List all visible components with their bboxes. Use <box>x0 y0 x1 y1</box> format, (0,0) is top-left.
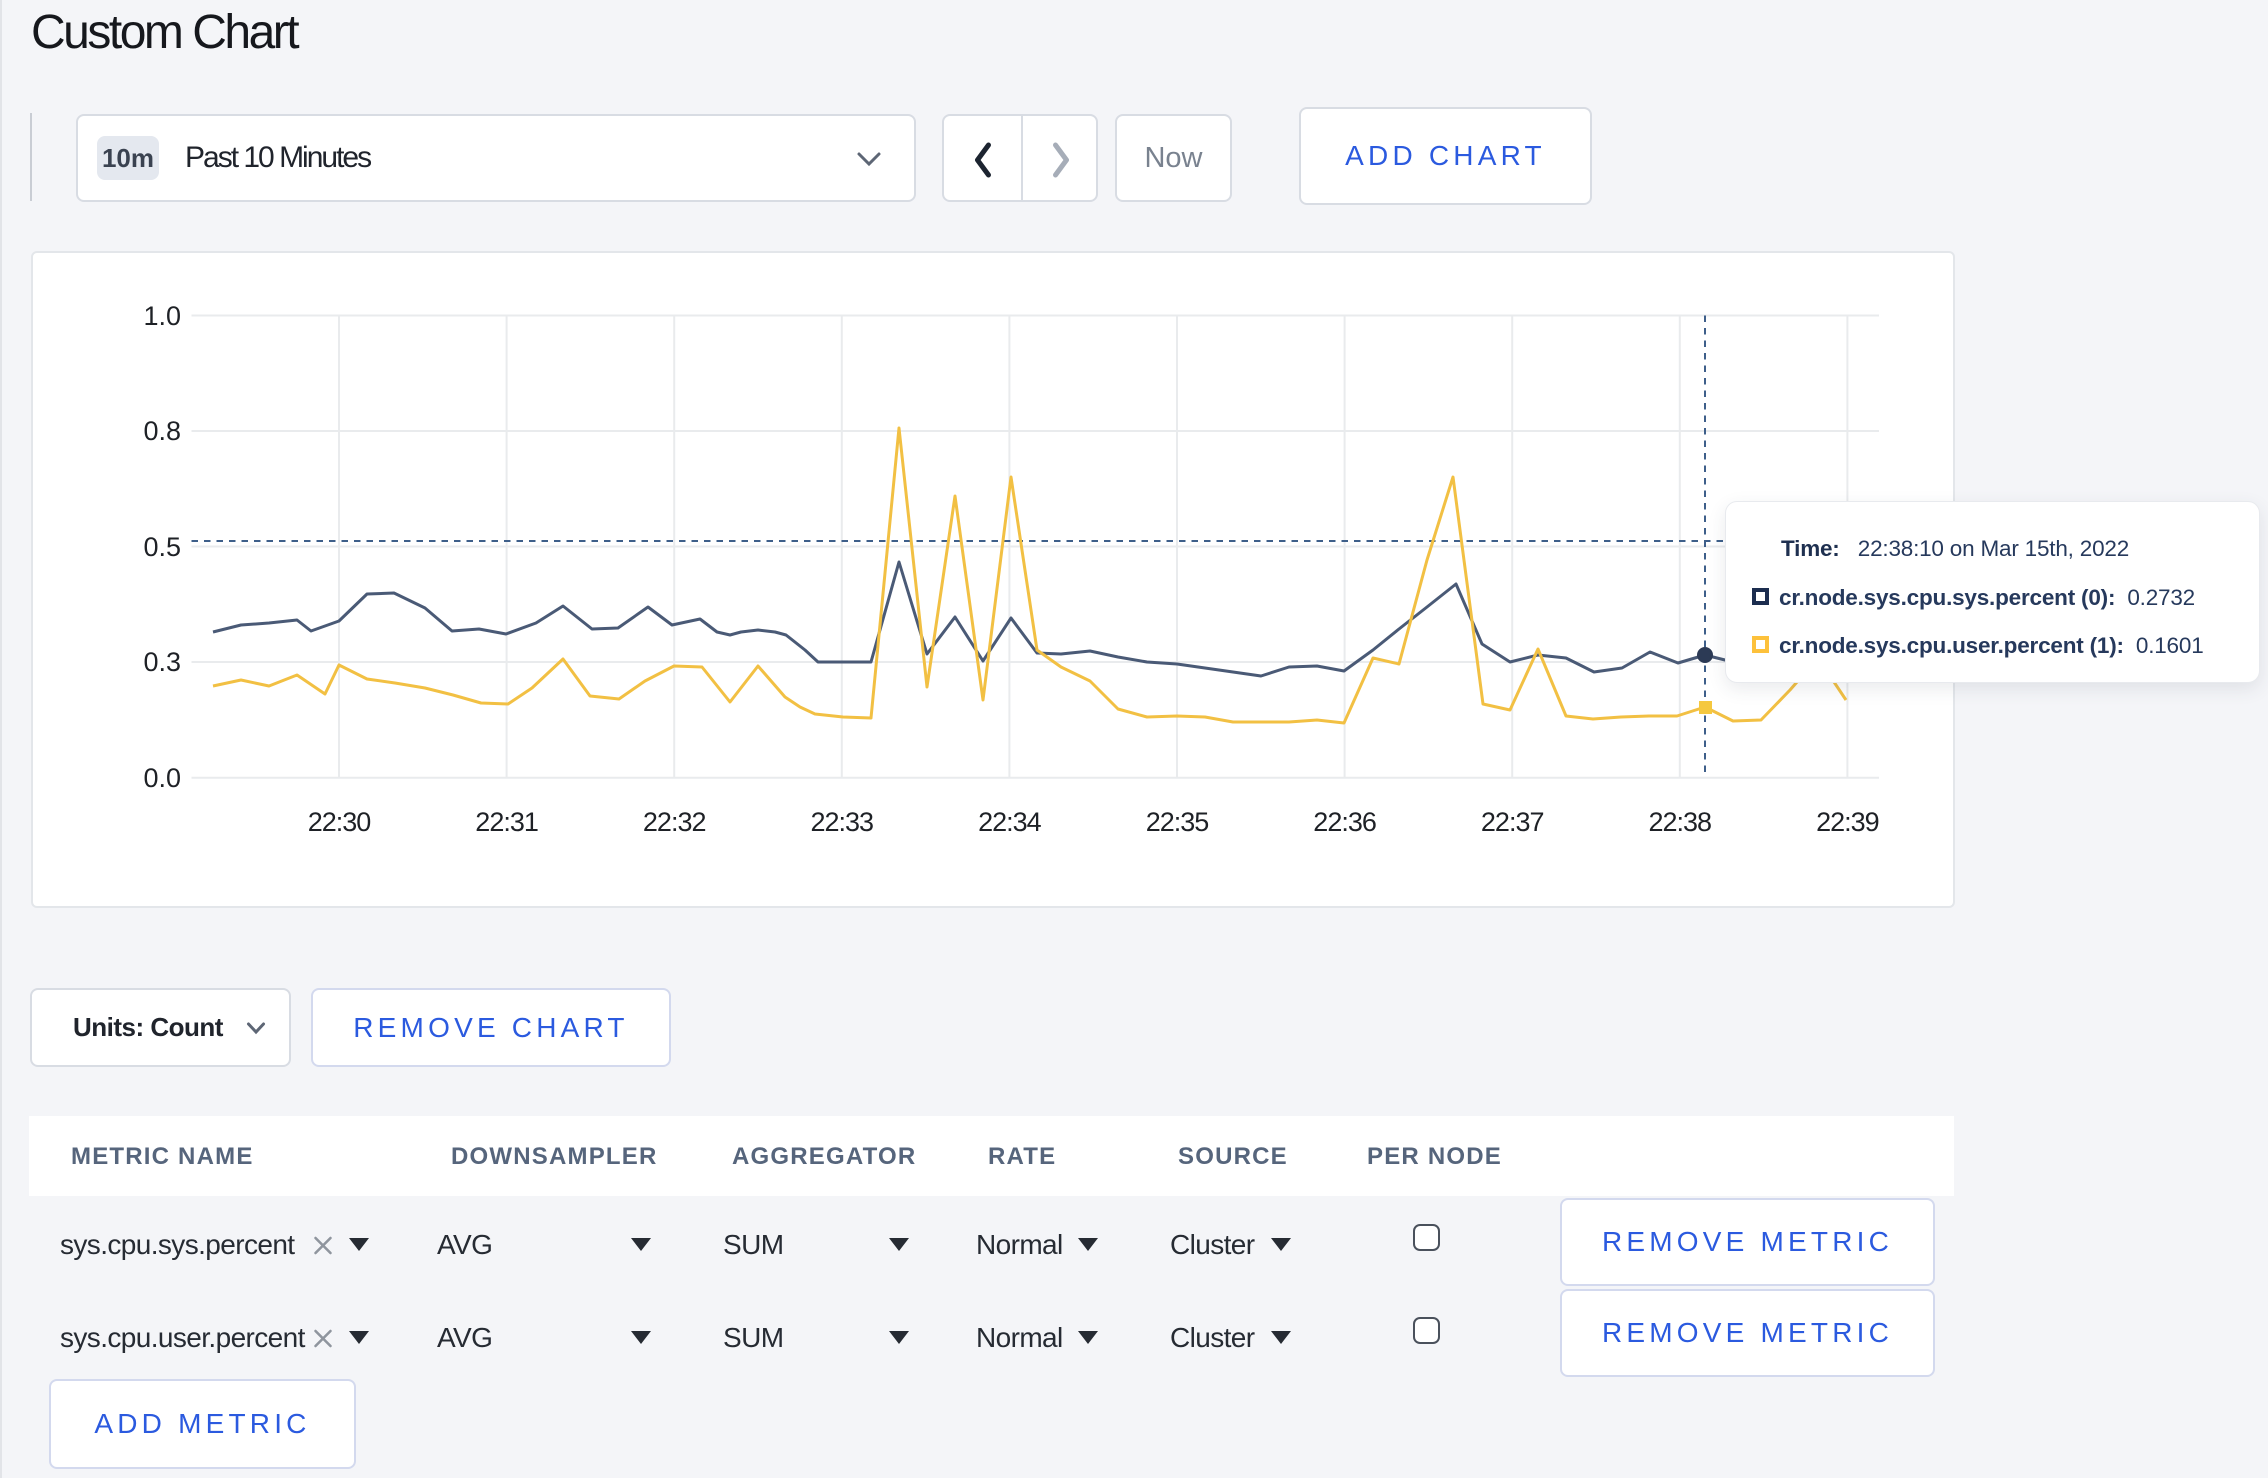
svg-text:1.0: 1.0 <box>143 301 181 331</box>
svg-text:0.5: 0.5 <box>143 532 181 562</box>
svg-text:22:32: 22:32 <box>643 807 706 837</box>
svg-text:22:39: 22:39 <box>1816 807 1879 837</box>
svg-text:22:33: 22:33 <box>811 807 874 837</box>
svg-text:0.0: 0.0 <box>143 763 181 793</box>
svg-text:22:36: 22:36 <box>1313 807 1376 837</box>
svg-text:0.8: 0.8 <box>143 416 181 446</box>
svg-text:22:30: 22:30 <box>308 807 371 837</box>
svg-text:22:35: 22:35 <box>1146 807 1209 837</box>
svg-text:22:38: 22:38 <box>1649 807 1712 837</box>
svg-text:22:31: 22:31 <box>475 807 538 837</box>
svg-text:0.3: 0.3 <box>143 647 181 677</box>
svg-text:22:34: 22:34 <box>978 807 1042 837</box>
svg-text:22:37: 22:37 <box>1481 807 1544 837</box>
